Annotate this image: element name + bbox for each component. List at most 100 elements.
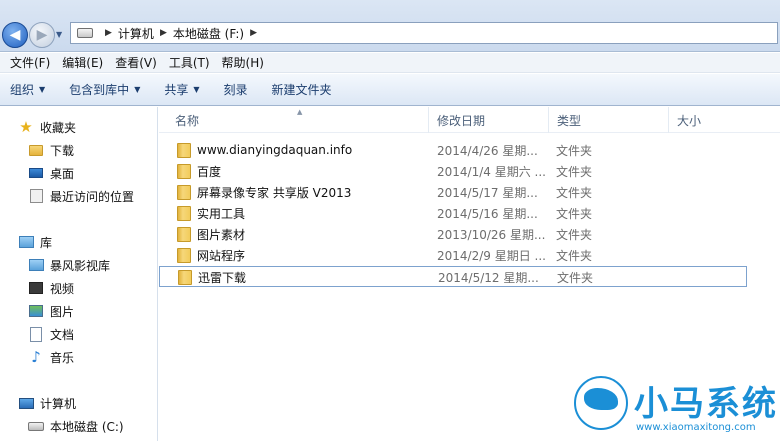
- column-header-row: ▲ 名称 修改日期 类型 大小: [159, 107, 780, 133]
- menu-help[interactable]: 帮助(H): [216, 54, 270, 71]
- back-button[interactable]: ◀: [2, 22, 28, 48]
- organize-button[interactable]: 组织 ▼: [10, 81, 45, 98]
- include-library-label: 包含到库中: [69, 83, 130, 97]
- file-type: 文件夹: [556, 164, 593, 179]
- file-type: 文件夹: [556, 248, 593, 263]
- nav-libraries[interactable]: 库: [18, 232, 52, 252]
- file-date: 2014/5/12 星期...: [438, 270, 539, 285]
- folder-icon: [177, 142, 191, 158]
- column-header-type[interactable]: 类型: [549, 107, 669, 133]
- file-type: 文件夹: [557, 270, 594, 285]
- nav-computer[interactable]: 计算机: [18, 393, 76, 413]
- file-row[interactable]: 实用工具 2014/5/16 星期... 文件夹: [159, 203, 747, 223]
- file-date: 2014/5/17 星期...: [437, 185, 538, 200]
- column-header-size[interactable]: 大小: [669, 107, 780, 133]
- video-icon: [28, 280, 44, 296]
- computer-icon: [18, 395, 34, 411]
- file-name: 图片素材: [197, 227, 246, 242]
- drive-icon: [77, 28, 93, 38]
- file-name-cell: 百度: [177, 161, 221, 181]
- nav-computer-label: 计算机: [40, 396, 77, 411]
- media-library-icon: [28, 257, 44, 273]
- chevron-right-icon[interactable]: ▶: [160, 28, 167, 38]
- column-size-label: 大小: [677, 113, 702, 128]
- burn-button[interactable]: 刻录: [224, 81, 248, 98]
- folder-icon: [177, 205, 191, 221]
- folder-icon: [177, 163, 191, 179]
- address-bar[interactable]: ▶ 计算机 ▶ 本地磁盘 (F:) ▶: [70, 22, 778, 44]
- nav-recent-places[interactable]: 最近访问的位置: [28, 186, 134, 206]
- breadcrumb-drive-f[interactable]: 本地磁盘 (F:): [173, 25, 244, 42]
- star-icon: ★: [19, 118, 33, 136]
- nav-videos[interactable]: 视频: [28, 278, 74, 298]
- nav-recent-label: 最近访问的位置: [50, 189, 135, 204]
- pictures-icon: [28, 303, 44, 319]
- file-row-selected[interactable]: 迅雷下载 2014/5/12 星期... 文件夹: [159, 266, 747, 287]
- file-name-cell: 网站程序: [177, 245, 245, 265]
- menu-file[interactable]: 文件(F): [4, 54, 56, 71]
- menu-edit[interactable]: 编辑(E): [56, 54, 109, 71]
- share-button[interactable]: 共享 ▼: [164, 81, 199, 98]
- arrow-left-icon: ◀: [9, 27, 21, 43]
- chevron-down-icon: ▼: [134, 85, 141, 94]
- organize-label: 组织: [10, 83, 35, 97]
- nav-documents[interactable]: 文档: [28, 324, 74, 344]
- file-name-cell: 迅雷下载: [178, 267, 246, 287]
- file-name: 迅雷下载: [198, 270, 247, 285]
- file-row[interactable]: 屏幕录像专家 共享版 V2013 2014/5/17 星期... 文件夹: [159, 182, 747, 202]
- nav-videos-label: 视频: [50, 281, 75, 296]
- breadcrumb-computer[interactable]: 计算机: [118, 25, 154, 42]
- chevron-right-icon[interactable]: ▶: [105, 28, 112, 38]
- nav-favorites[interactable]: ★ 收藏夹: [18, 117, 76, 137]
- column-header-date[interactable]: 修改日期: [429, 107, 549, 133]
- chevron-down-icon: ▼: [193, 85, 200, 94]
- navigation-pane: ★ 收藏夹 下载 桌面 最近访问的位置 库 暴风影视库 视频 图片 文档 ♪ 音…: [0, 107, 158, 441]
- nav-local-disk-c-label: 本地磁盘 (C:): [50, 419, 124, 434]
- nav-desktop[interactable]: 桌面: [28, 163, 74, 183]
- chevron-down-icon: ▼: [39, 85, 46, 94]
- hard-drive-icon: [28, 418, 44, 434]
- menu-bar: 文件(F) 编辑(E) 查看(V) 工具(T) 帮助(H): [0, 53, 780, 73]
- menu-tools[interactable]: 工具(T): [163, 54, 216, 71]
- nav-desktop-label: 桌面: [50, 166, 75, 181]
- file-row[interactable]: 图片素材 2013/10/26 星期... 文件夹: [159, 224, 747, 244]
- file-row[interactable]: 网站程序 2014/2/9 星期日 ... 文件夹: [159, 245, 747, 265]
- watermark-logo: 小马系统 www.xiaomaxitong.com: [570, 370, 780, 441]
- file-type: 文件夹: [556, 227, 593, 242]
- file-type: 文件夹: [556, 206, 593, 221]
- file-name: 屏幕录像专家 共享版 V2013: [197, 185, 352, 200]
- menu-view[interactable]: 查看(V): [109, 54, 163, 71]
- file-name-cell: www.dianyingdaquan.info: [177, 140, 352, 160]
- recent-pages-dropdown[interactable]: ▼: [56, 30, 62, 39]
- nav-pictures[interactable]: 图片: [28, 301, 74, 321]
- new-folder-button[interactable]: 新建文件夹: [272, 81, 332, 98]
- desktop-icon: [28, 165, 44, 181]
- address-bar-area: ◀ ▶ ▼ ▶ 计算机 ▶ 本地磁盘 (F:) ▶: [0, 0, 780, 52]
- chevron-right-icon[interactable]: ▶: [250, 28, 257, 38]
- file-date: 2013/10/26 星期...: [437, 227, 546, 242]
- watermark-url: www.xiaomaxitong.com: [636, 422, 756, 433]
- nav-libraries-label: 库: [40, 235, 53, 250]
- nav-music[interactable]: ♪ 音乐: [28, 347, 74, 367]
- file-type: 文件夹: [556, 185, 593, 200]
- nav-local-disk-c[interactable]: 本地磁盘 (C:): [28, 416, 124, 436]
- file-date: 2014/2/9 星期日 ...: [437, 248, 546, 263]
- column-type-label: 类型: [557, 113, 582, 128]
- file-date: 2014/5/16 星期...: [437, 206, 538, 221]
- file-date: 2014/1/4 星期六 ...: [437, 164, 546, 179]
- column-header-name[interactable]: 名称: [159, 107, 429, 133]
- file-name-cell: 屏幕录像专家 共享版 V2013: [177, 182, 351, 202]
- command-toolbar: 组织 ▼ 包含到库中 ▼ 共享 ▼ 刻录 新建文件夹: [0, 74, 780, 106]
- nav-baofeng-library[interactable]: 暴风影视库: [28, 255, 110, 275]
- forward-button[interactable]: ▶: [29, 22, 55, 48]
- folder-icon: [178, 269, 192, 285]
- recent-places-icon: [28, 188, 44, 204]
- downloads-folder-icon: [28, 142, 44, 158]
- file-row[interactable]: www.dianyingdaquan.info 2014/4/26 星期... …: [159, 140, 747, 160]
- include-in-library-button[interactable]: 包含到库中 ▼: [69, 81, 140, 98]
- file-row[interactable]: 百度 2014/1/4 星期六 ... 文件夹: [159, 161, 747, 181]
- nav-downloads[interactable]: 下载: [28, 140, 74, 160]
- column-name-label: 名称: [175, 113, 200, 128]
- file-name: 实用工具: [197, 206, 246, 221]
- share-label: 共享: [164, 83, 189, 97]
